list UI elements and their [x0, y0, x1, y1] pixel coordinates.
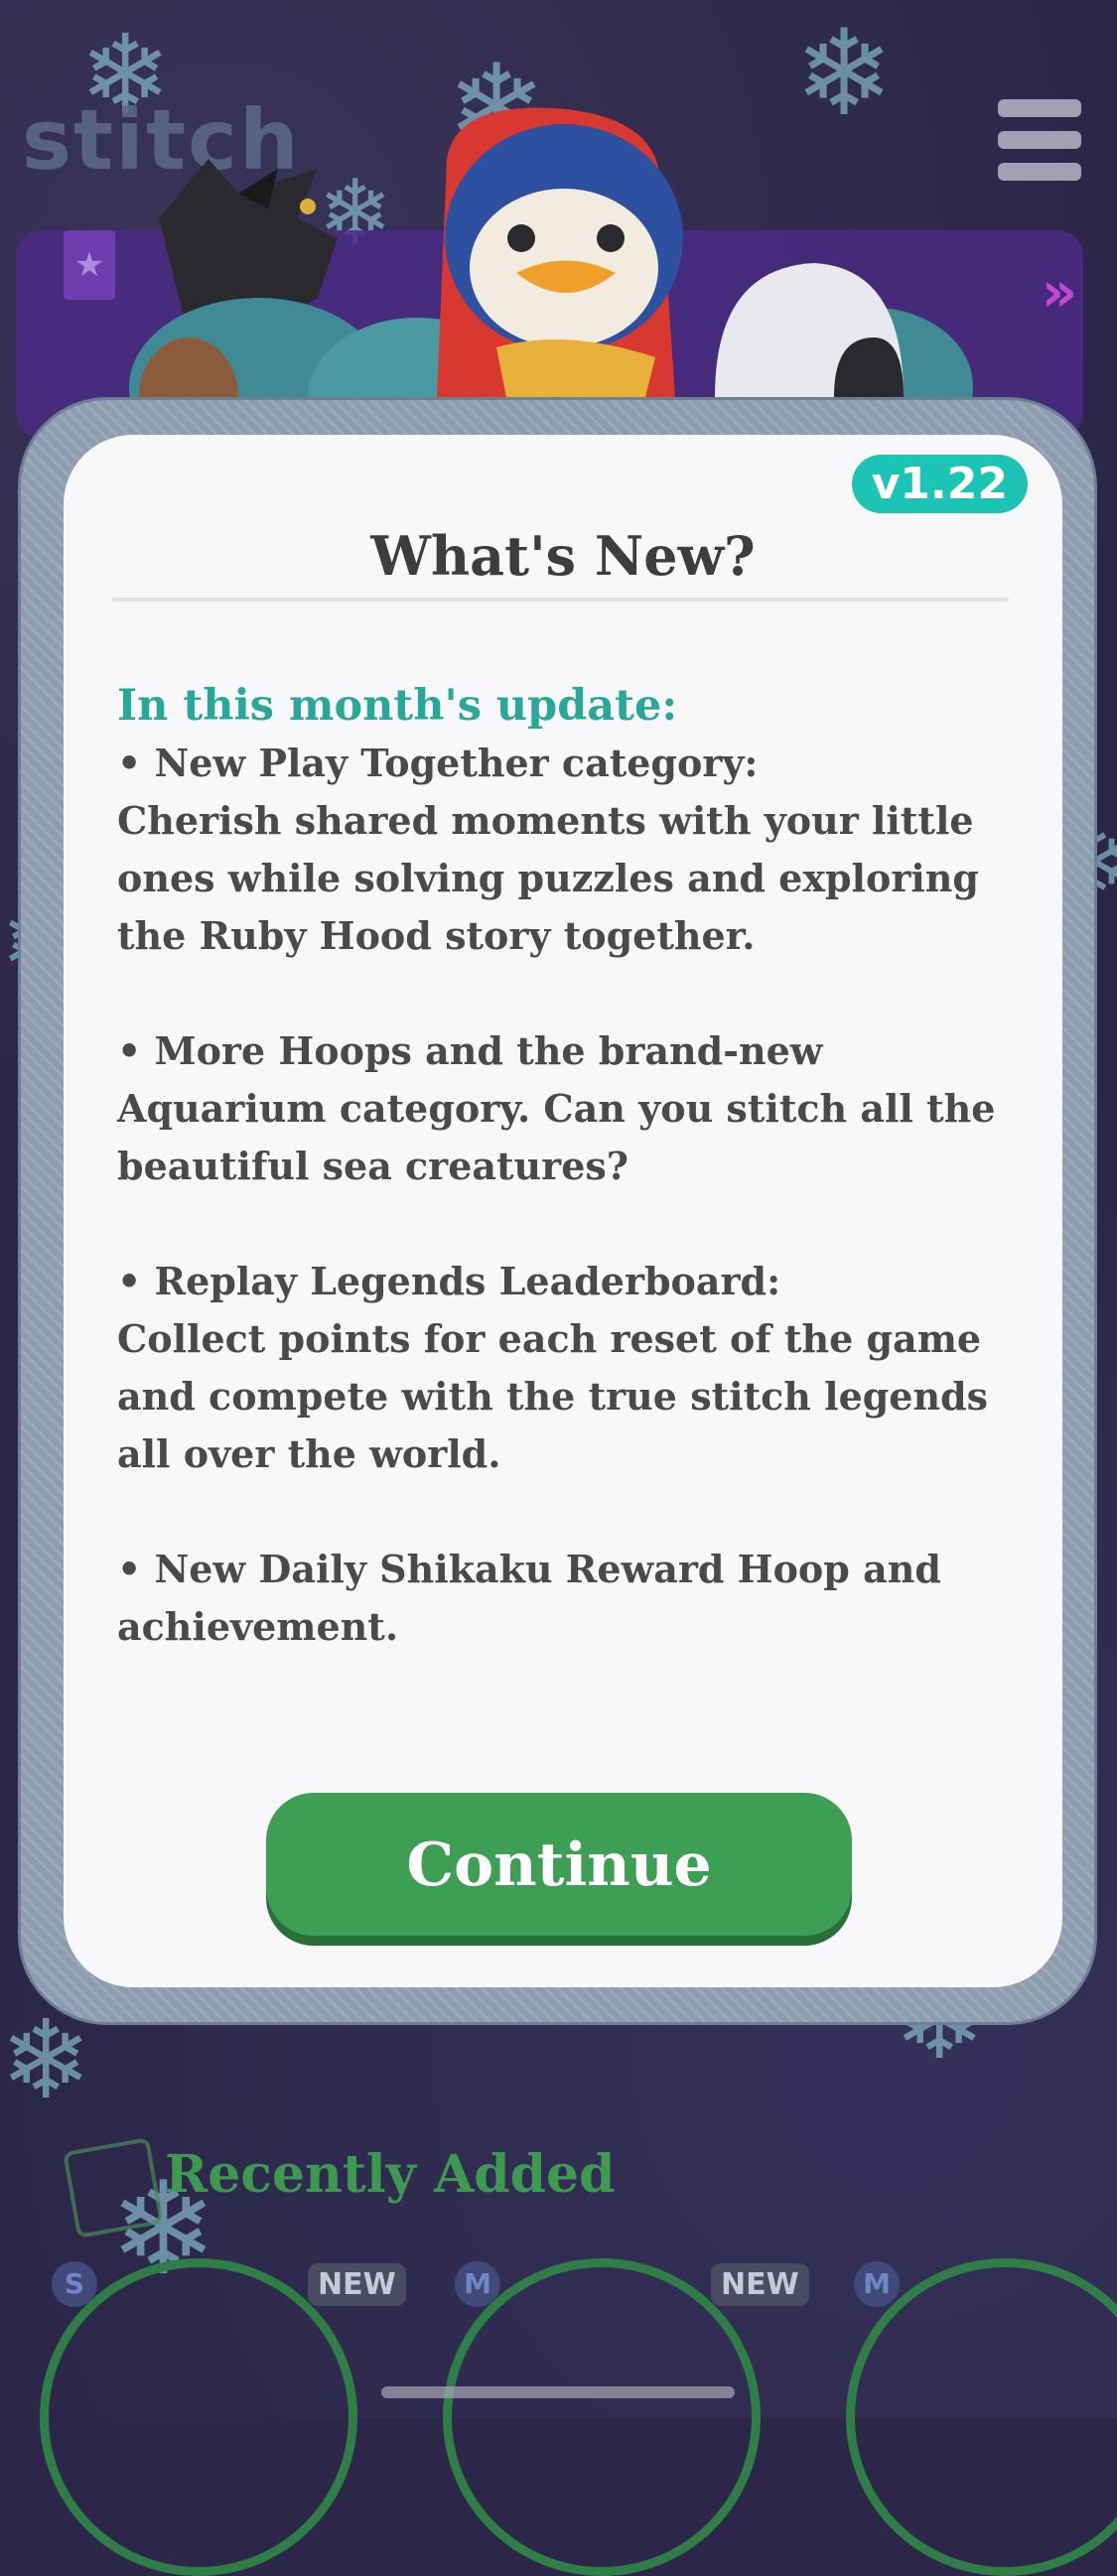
version-badge: v1.22 [851, 455, 1028, 513]
section-title: Recently Added [165, 2144, 616, 2205]
update-item: • New Daily Shikaku Reward Hoop and achi… [117, 1547, 941, 1649]
continue-button[interactable]: Continue [266, 1793, 852, 1936]
hoop-card[interactable] [443, 2258, 761, 2576]
snowflake-icon: ❄ [0, 1996, 92, 2123]
home-indicator[interactable] [381, 2386, 735, 2398]
new-badge: NEW [711, 2263, 809, 2306]
update-item: • More Hoops and the brand-new Aquarium … [117, 1028, 996, 1188]
mascot-illustration [129, 107, 973, 437]
update-item: • Replay Legends Leaderboard: Collect po… [117, 1259, 989, 1476]
star-bookmark-icon: ★ [64, 230, 115, 300]
new-badge: NEW [308, 2263, 406, 2306]
update-notes: In this month's update: • New Play Toget… [117, 677, 1011, 1656]
size-badge: M [854, 2261, 900, 2307]
update-item: • New Play Together category: Cherish sh… [117, 741, 979, 958]
divider [111, 598, 1009, 602]
dialog-title: What's New? [370, 524, 756, 588]
double-chevron-icon[interactable]: » [1042, 260, 1077, 325]
hoop-card[interactable] [40, 2258, 357, 2576]
update-subtitle: In this month's update: [117, 681, 678, 731]
recently-added-icon [63, 2137, 164, 2238]
hamburger-menu-icon[interactable] [998, 99, 1081, 181]
